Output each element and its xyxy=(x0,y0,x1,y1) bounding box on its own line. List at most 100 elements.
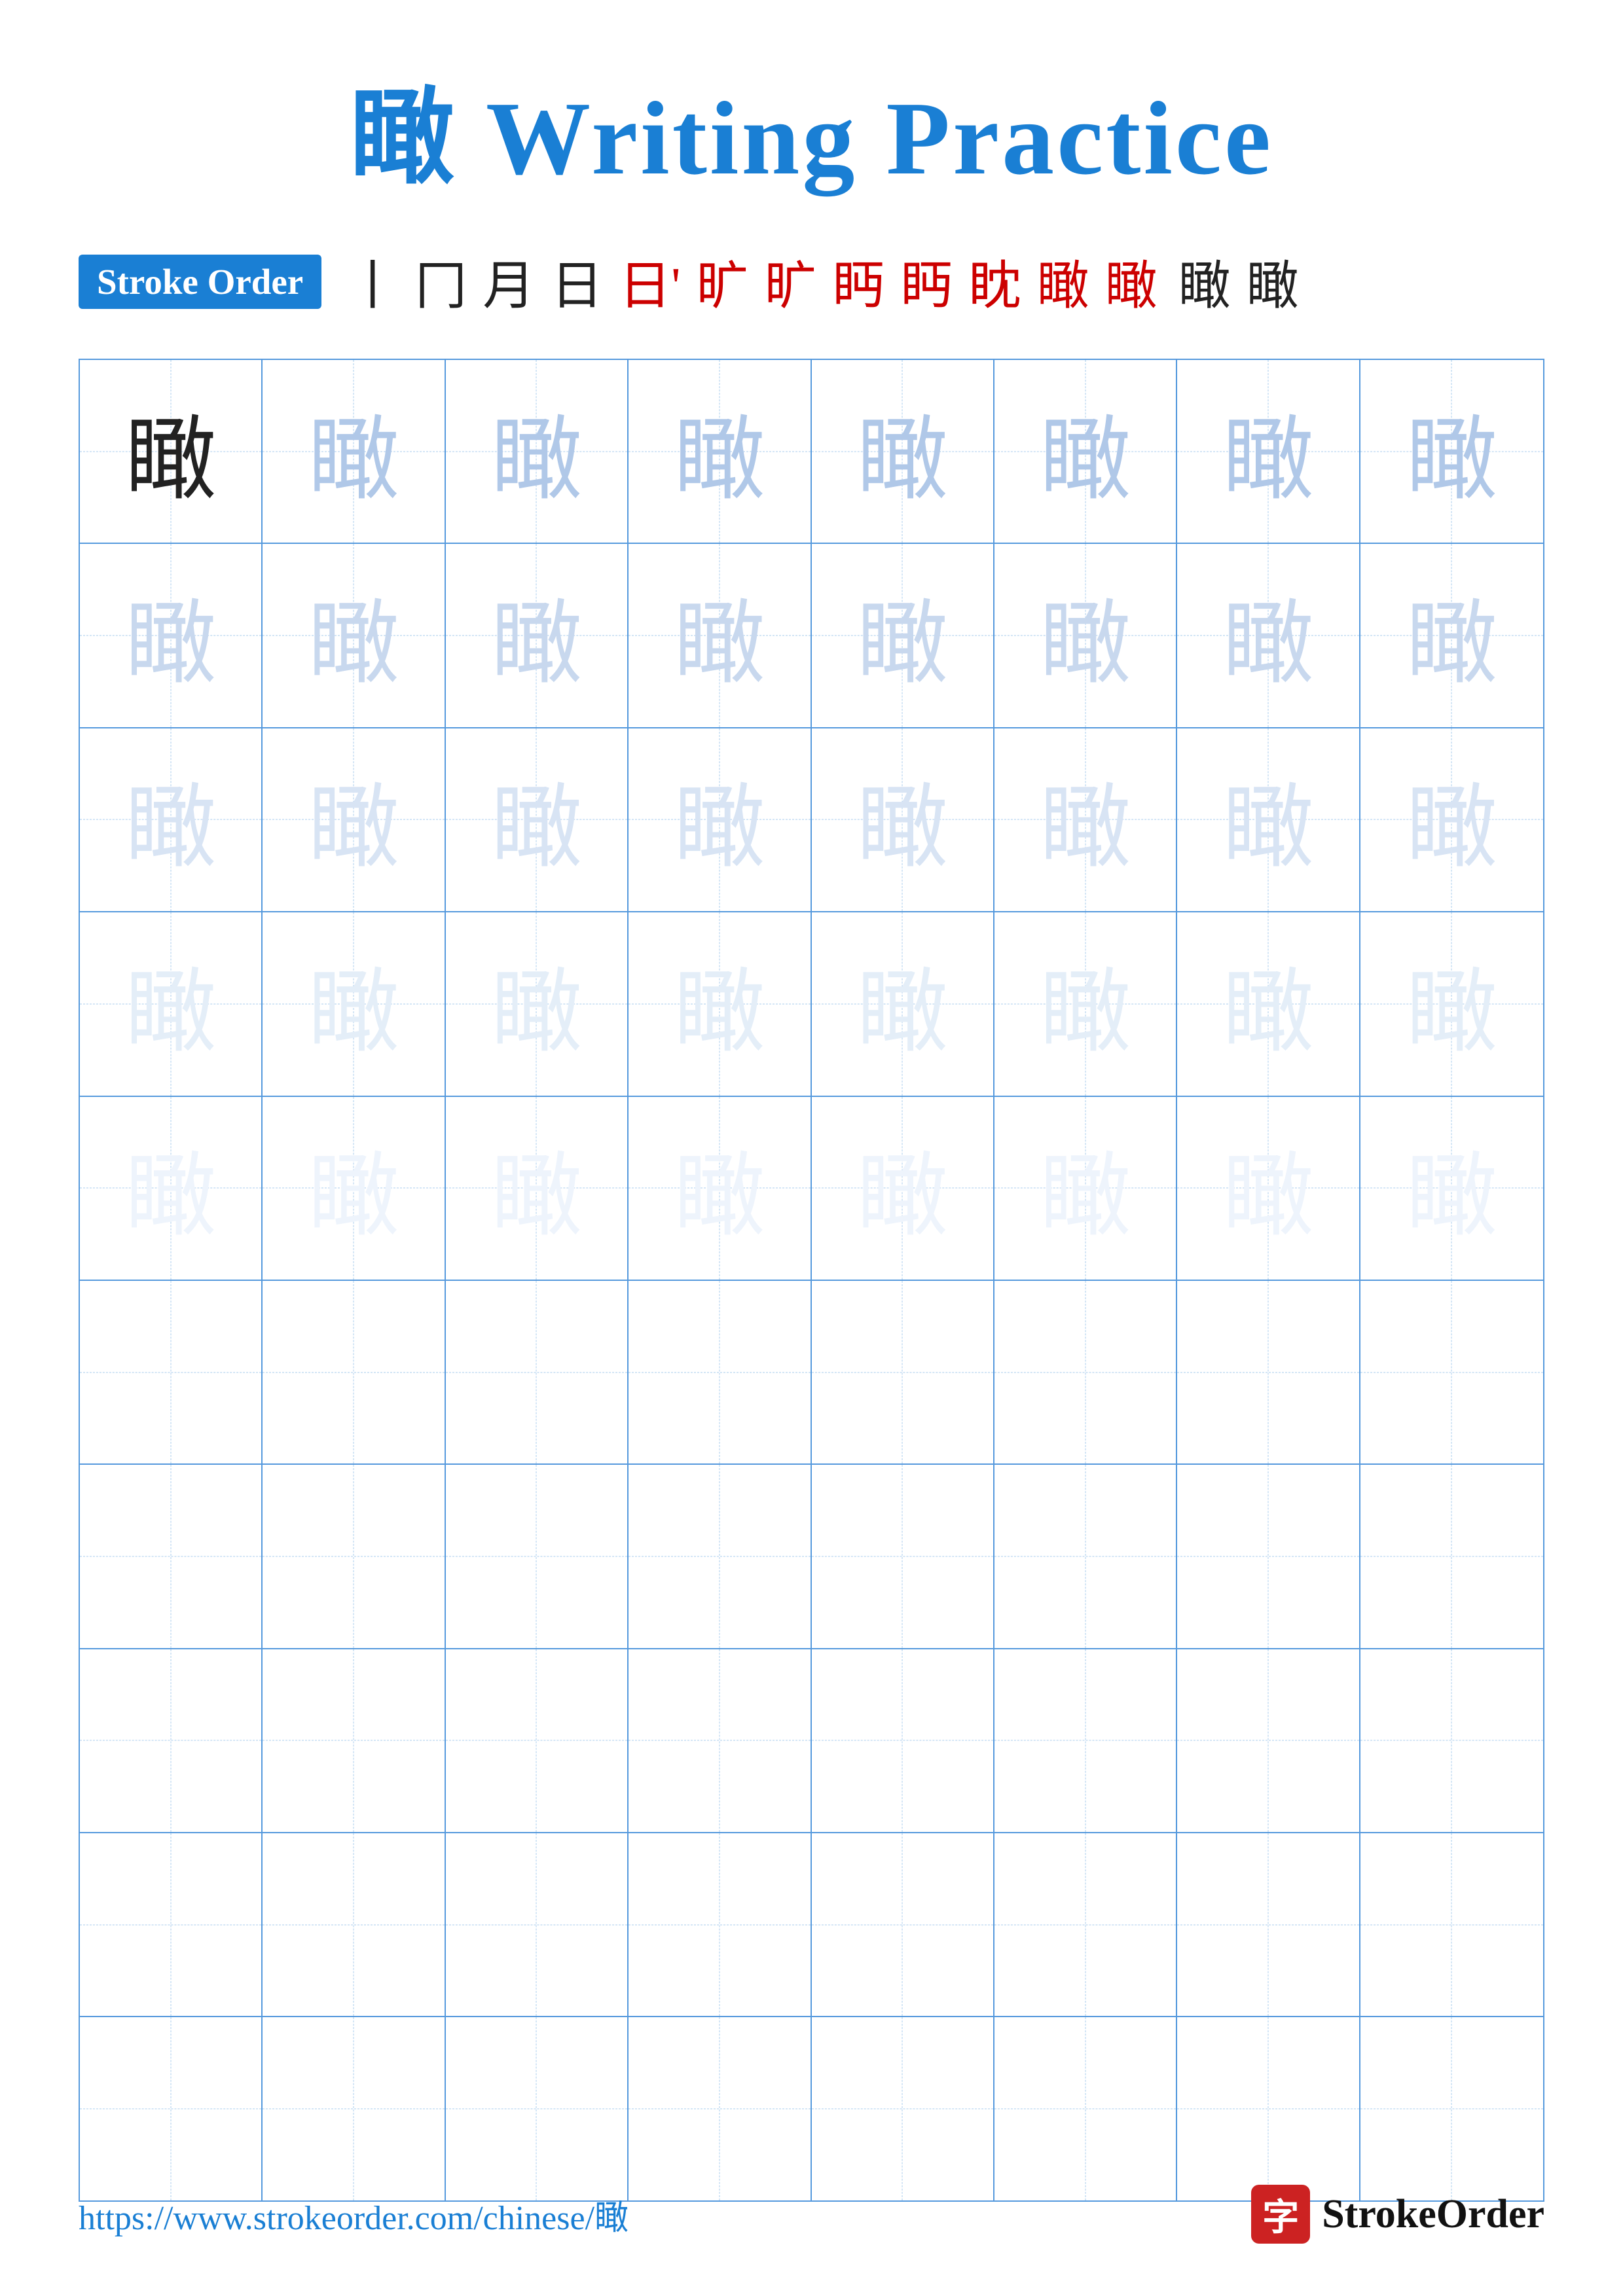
empty-grid-cell[interactable] xyxy=(629,1281,811,1463)
empty-grid-cell[interactable] xyxy=(812,1649,994,1832)
grid-cell: 瞰 xyxy=(263,728,445,911)
empty-grid-cell[interactable] xyxy=(446,2017,629,2200)
empty-row-1 xyxy=(80,1465,1543,1649)
cell-character: 瞰 xyxy=(308,753,399,886)
grid-cell: 瞰 xyxy=(446,544,629,726)
grid-cell: 瞰 xyxy=(80,544,263,726)
stroke-step-7: 旷 xyxy=(765,243,817,319)
practice-row-2: 瞰瞰瞰瞰瞰瞰瞰瞰 xyxy=(80,728,1543,912)
empty-grid-cell[interactable] xyxy=(1177,1649,1360,1832)
empty-grid-cell[interactable] xyxy=(1177,1281,1360,1463)
empty-grid-cell[interactable] xyxy=(263,1465,445,1647)
grid-cell: 瞰 xyxy=(994,360,1177,543)
empty-row-0 xyxy=(80,1281,1543,1465)
cell-character: 瞰 xyxy=(1040,753,1131,886)
grid-cell: 瞰 xyxy=(80,1097,263,1280)
empty-grid-cell[interactable] xyxy=(994,2017,1177,2200)
cell-character: 瞰 xyxy=(125,1122,217,1254)
cell-character: 瞰 xyxy=(1406,386,1497,518)
cell-character: 瞰 xyxy=(1406,938,1497,1070)
empty-grid-cell[interactable] xyxy=(263,1281,445,1463)
cell-character: 瞰 xyxy=(856,569,948,702)
empty-grid-cell[interactable] xyxy=(1360,1465,1543,1647)
empty-grid-cell[interactable] xyxy=(80,1833,263,2016)
grid-cell: 瞰 xyxy=(1177,360,1360,543)
empty-grid-cell[interactable] xyxy=(812,1465,994,1647)
grid-cell: 瞰 xyxy=(812,912,994,1095)
grid-cell: 瞰 xyxy=(446,728,629,911)
grid-cell: 瞰 xyxy=(629,728,811,911)
grid-cell: 瞰 xyxy=(1360,360,1543,543)
footer-logo-icon: 字 xyxy=(1251,2185,1310,2244)
empty-grid-cell[interactable] xyxy=(263,2017,445,2200)
empty-grid-cell[interactable] xyxy=(446,1465,629,1647)
cell-character: 瞰 xyxy=(1040,386,1131,518)
stroke-step-12: 瞰 xyxy=(1105,243,1158,319)
empty-grid-cell[interactable] xyxy=(629,1833,811,2016)
empty-grid-cell[interactable] xyxy=(446,1281,629,1463)
empty-grid-cell[interactable] xyxy=(80,1465,263,1647)
grid-cell: 瞰 xyxy=(1360,544,1543,726)
cell-character: 瞰 xyxy=(674,1122,765,1254)
empty-grid-cell[interactable] xyxy=(1360,1833,1543,2016)
empty-grid-cell[interactable] xyxy=(80,1281,263,1463)
cell-character: 瞰 xyxy=(125,753,217,886)
practice-row-3: 瞰瞰瞰瞰瞰瞰瞰瞰 xyxy=(80,912,1543,1096)
empty-grid-cell[interactable] xyxy=(446,1833,629,2016)
empty-grid-cell[interactable] xyxy=(812,1281,994,1463)
grid-cell: 瞰 xyxy=(629,1097,811,1280)
stroke-step-6: 旷 xyxy=(697,243,749,319)
cell-character: 瞰 xyxy=(1222,386,1314,518)
stroke-step-13: 瞰 xyxy=(1178,243,1231,319)
cell-character: 瞰 xyxy=(1222,569,1314,702)
cell-character: 瞰 xyxy=(1406,1122,1497,1254)
grid-cell: 瞰 xyxy=(994,544,1177,726)
grid-cell: 瞰 xyxy=(263,1097,445,1280)
footer-logo: 字 StrokeOrder xyxy=(1251,2185,1544,2244)
cell-character: 瞰 xyxy=(674,569,765,702)
stroke-step-4: 日 xyxy=(551,243,603,319)
cell-character: 瞰 xyxy=(490,753,582,886)
page-title: 瞰 Writing Practice xyxy=(350,52,1273,204)
empty-grid-cell[interactable] xyxy=(263,1833,445,2016)
empty-grid-cell[interactable] xyxy=(994,1833,1177,2016)
cell-character: 瞰 xyxy=(490,1122,582,1254)
page: 瞰 Writing Practice Stroke Order 丨 冂 月 日 … xyxy=(0,0,1623,2296)
empty-grid-cell[interactable] xyxy=(629,1649,811,1832)
empty-grid-cell[interactable] xyxy=(1360,1649,1543,1832)
empty-grid-cell[interactable] xyxy=(1360,1281,1543,1463)
cell-character: 瞰 xyxy=(1222,938,1314,1070)
stroke-step-1: 丨 xyxy=(346,243,399,319)
cell-character: 瞰 xyxy=(308,938,399,1070)
empty-grid-cell[interactable] xyxy=(994,1281,1177,1463)
empty-row-3 xyxy=(80,1833,1543,2017)
cell-character: 瞰 xyxy=(490,938,582,1070)
grid-cell: 瞰 xyxy=(994,1097,1177,1280)
empty-grid-cell[interactable] xyxy=(446,1649,629,1832)
empty-grid-cell[interactable] xyxy=(629,2017,811,2200)
empty-grid-cell[interactable] xyxy=(1177,1465,1360,1647)
empty-grid-cell[interactable] xyxy=(263,1649,445,1832)
empty-grid-cell[interactable] xyxy=(994,1465,1177,1647)
empty-grid-cell[interactable] xyxy=(1177,1833,1360,2016)
cell-character: 瞰 xyxy=(674,753,765,886)
stroke-step-11: 瞰 xyxy=(1037,243,1089,319)
empty-grid-cell[interactable] xyxy=(812,2017,994,2200)
empty-grid-cell[interactable] xyxy=(629,1465,811,1647)
empty-grid-cell[interactable] xyxy=(994,1649,1177,1832)
empty-grid-cell[interactable] xyxy=(812,1833,994,2016)
empty-grid-cell[interactable] xyxy=(1360,2017,1543,2200)
grid-cell: 瞰 xyxy=(1360,912,1543,1095)
grid-cell: 瞰 xyxy=(1177,544,1360,726)
grid-cell: 瞰 xyxy=(446,1097,629,1280)
stroke-sequence: 丨 冂 月 日 日' 旷 旷 眄 眄 眈 瞰 瞰 瞰 瞰 xyxy=(341,243,1304,319)
cell-character: 瞰 xyxy=(1406,753,1497,886)
empty-grid-cell[interactable] xyxy=(80,1649,263,1832)
grid-cell: 瞰 xyxy=(1360,728,1543,911)
stroke-step-5: 日' xyxy=(619,243,680,319)
cell-character: 瞰 xyxy=(1040,569,1131,702)
cell-character: 瞰 xyxy=(308,1122,399,1254)
stroke-step-3: 月 xyxy=(483,243,535,319)
empty-grid-cell[interactable] xyxy=(1177,2017,1360,2200)
empty-grid-cell[interactable] xyxy=(80,2017,263,2200)
